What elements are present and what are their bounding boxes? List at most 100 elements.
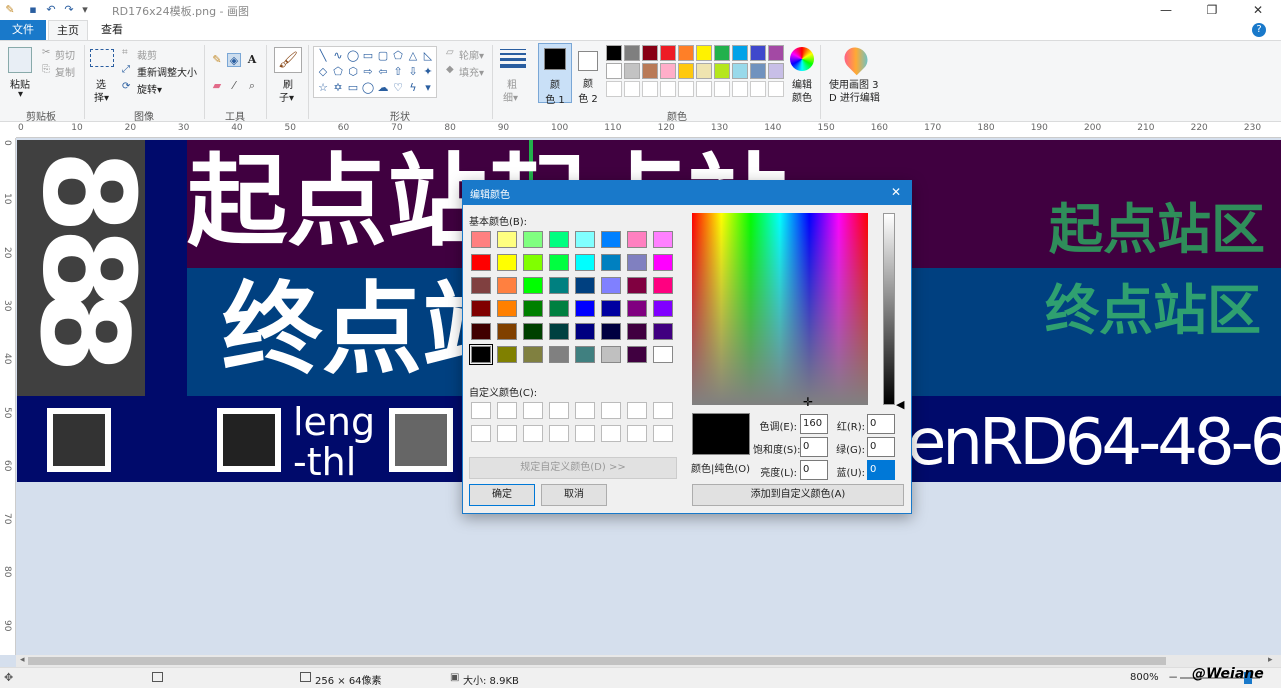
horizontal-scrollbar[interactable]: ◂ ▸ — [16, 655, 1281, 667]
color2-button[interactable]: 颜 色 2 — [573, 43, 603, 105]
basic-color-swatch[interactable] — [653, 231, 673, 248]
oval-shape-icon[interactable]: ◯ — [346, 49, 360, 62]
basic-color-swatch[interactable] — [627, 300, 647, 317]
rectangle-shape-icon[interactable]: ▭ — [361, 49, 375, 62]
palette-empty-swatch[interactable] — [750, 81, 766, 97]
basic-color-swatch[interactable] — [653, 300, 673, 317]
basic-color-swatch[interactable] — [601, 231, 621, 248]
luminance-pointer-icon[interactable]: ◀ — [896, 398, 904, 411]
basic-color-swatch[interactable] — [497, 346, 517, 363]
fill-icon[interactable]: ◈ — [227, 53, 241, 67]
palette-color-swatch[interactable] — [660, 63, 676, 79]
custom-color-swatch[interactable] — [627, 402, 647, 419]
basic-color-swatch[interactable] — [627, 323, 647, 340]
palette-empty-swatch[interactable] — [624, 81, 640, 97]
palette-color-swatch[interactable] — [660, 45, 676, 61]
polygon-shape-icon[interactable]: ⬠ — [391, 49, 405, 62]
pencil-icon[interactable]: ✎ — [210, 53, 224, 67]
diamond-shape-icon[interactable]: ◇ — [316, 65, 330, 78]
zoom-out-icon[interactable]: − — [1168, 670, 1178, 684]
minimize-button[interactable]: — — [1143, 0, 1189, 20]
custom-color-swatch[interactable] — [471, 425, 491, 442]
custom-color-swatch[interactable] — [575, 402, 595, 419]
paste-dropdown-icon[interactable]: ▾ — [18, 89, 23, 100]
color1-button[interactable]: 颜 色 1 — [538, 43, 572, 106]
custom-color-swatch[interactable] — [497, 425, 517, 442]
custom-color-swatch[interactable] — [549, 425, 569, 442]
custom-color-swatch[interactable] — [523, 402, 543, 419]
lightning-shape-icon[interactable]: ϟ — [406, 81, 420, 94]
color-picker-icon[interactable]: ⁄ — [227, 79, 241, 93]
down-arrow-shape-icon[interactable]: ⇩ — [406, 65, 420, 78]
cut-button[interactable]: 剪切 — [55, 47, 75, 62]
luminance-field[interactable]: 0 — [800, 460, 828, 480]
hexagon-shape-icon[interactable]: ⬡ — [346, 65, 360, 78]
basic-color-swatch[interactable] — [601, 254, 621, 271]
basic-color-swatch[interactable] — [549, 346, 569, 363]
copy-button[interactable]: 复制 — [55, 64, 75, 79]
customize-toolbar-icon[interactable]: ▾ — [78, 3, 92, 17]
saturation-field[interactable]: 0 — [800, 437, 828, 457]
star5-shape-icon[interactable]: ☆ — [316, 81, 330, 94]
basic-color-swatch[interactable] — [497, 300, 517, 317]
ok-button[interactable]: 确定 — [469, 484, 535, 506]
resize-button[interactable]: 重新调整大小 — [137, 64, 197, 79]
basic-color-swatch[interactable] — [549, 254, 569, 271]
hue-field[interactable]: 160 — [800, 414, 828, 434]
basic-color-swatch[interactable] — [471, 277, 491, 294]
basic-color-swatch[interactable] — [549, 300, 569, 317]
basic-color-swatch[interactable] — [627, 277, 647, 294]
basic-color-swatch[interactable] — [575, 346, 595, 363]
cloud-shape-icon[interactable]: ☁ — [376, 81, 390, 94]
magnifier-icon[interactable]: ⌕ — [245, 79, 259, 93]
left-arrow-shape-icon[interactable]: ⇦ — [376, 65, 390, 78]
star6-shape-icon[interactable]: ✡ — [331, 81, 345, 94]
basic-color-swatch[interactable] — [523, 231, 543, 248]
basic-color-swatch[interactable] — [601, 323, 621, 340]
scroll-right-icon[interactable]: ▸ — [1268, 655, 1273, 665]
size-dropdown[interactable]: 细▾ — [503, 89, 518, 104]
palette-color-swatch[interactable] — [642, 45, 658, 61]
close-button[interactable]: ✕ — [1235, 0, 1281, 20]
basic-color-swatch[interactable] — [653, 277, 673, 294]
basic-color-swatch[interactable] — [497, 323, 517, 340]
basic-color-swatch[interactable] — [523, 346, 543, 363]
palette-color-swatch[interactable] — [606, 63, 622, 79]
basic-color-swatch[interactable] — [627, 346, 647, 363]
up-arrow-shape-icon[interactable]: ⇧ — [391, 65, 405, 78]
custom-color-swatch[interactable] — [523, 425, 543, 442]
palette-color-swatch[interactable] — [624, 45, 640, 61]
curve-shape-icon[interactable]: ∿ — [331, 49, 345, 62]
basic-color-swatch[interactable] — [601, 300, 621, 317]
shapes-gallery[interactable]: ╲ ∿ ◯ ▭ ▢ ⬠ △ ◺ ◇ ⬠ ⬡ ⇨ ⇦ ⇧ ⇩ ✦ ☆ ✡ ▭ ◯ … — [313, 46, 437, 98]
star4-shape-icon[interactable]: ✦ — [421, 65, 435, 78]
scroll-left-icon[interactable]: ◂ — [20, 655, 25, 665]
basic-color-swatch[interactable] — [469, 344, 493, 365]
basic-color-swatch[interactable] — [575, 300, 595, 317]
basic-color-swatch[interactable] — [549, 277, 569, 294]
right-arrow-shape-icon[interactable]: ⇨ — [361, 65, 375, 78]
maximize-button[interactable]: ❐ — [1189, 0, 1235, 20]
tab-home[interactable]: 主页 — [48, 20, 88, 40]
palette-color-swatch[interactable] — [732, 63, 748, 79]
rounded-rect-shape-icon[interactable]: ▢ — [376, 49, 390, 62]
add-to-custom-colors-button[interactable]: 添加到自定义颜色(A) — [692, 484, 904, 506]
custom-color-swatch[interactable] — [627, 425, 647, 442]
basic-color-swatch[interactable] — [523, 300, 543, 317]
rotate-button[interactable]: 旋转▾ — [137, 81, 162, 96]
line-shape-icon[interactable]: ╲ — [316, 49, 330, 62]
callout-rect-shape-icon[interactable]: ▭ — [346, 81, 360, 94]
dialog-close-button[interactable]: ✕ — [891, 185, 901, 199]
palette-color-swatch[interactable] — [624, 63, 640, 79]
help-icon[interactable]: ? — [1252, 23, 1266, 37]
palette-empty-swatch[interactable] — [678, 81, 694, 97]
palette-empty-swatch[interactable] — [714, 81, 730, 97]
brushes-dropdown[interactable]: 子▾ — [279, 89, 294, 104]
palette-color-swatch[interactable] — [768, 63, 784, 79]
basic-color-swatch[interactable] — [523, 323, 543, 340]
blue-field[interactable]: 0 — [867, 460, 895, 480]
green-field[interactable]: 0 — [867, 437, 895, 457]
save-icon[interactable]: ▪ — [26, 3, 40, 17]
more-shapes-icon[interactable]: ▾ — [421, 81, 435, 94]
basic-color-swatch[interactable] — [471, 231, 491, 248]
